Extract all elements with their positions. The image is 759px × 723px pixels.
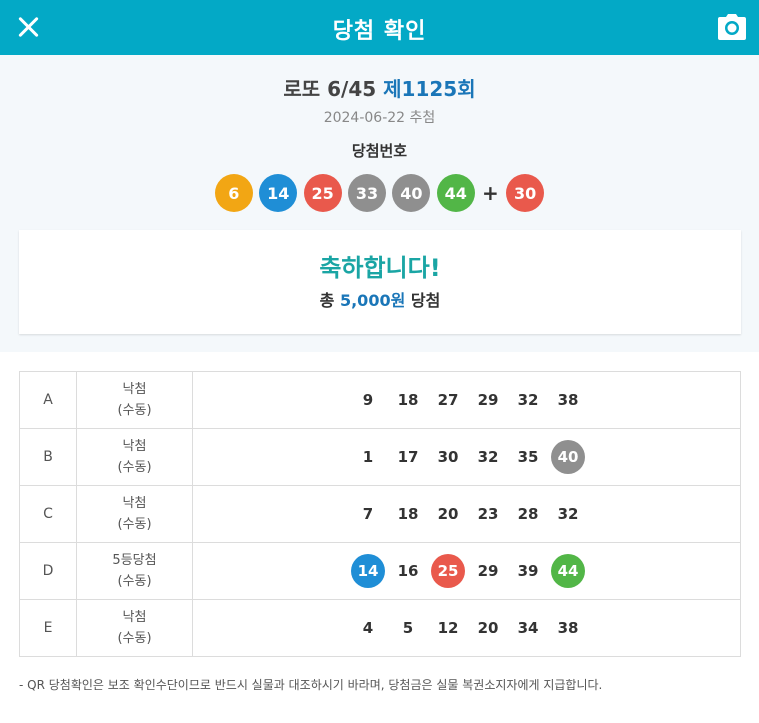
game-number: 34: [517, 619, 539, 637]
game-number: 16: [397, 562, 419, 580]
game-mode-text: (수동): [117, 460, 152, 475]
number-ball: 25: [431, 554, 465, 588]
game-number: 7: [362, 505, 374, 523]
game-result-text: 낙첨: [122, 610, 147, 625]
number-ball: 40: [392, 174, 431, 212]
game-number: 30: [437, 448, 459, 466]
game-number: 17: [397, 448, 419, 466]
game-row: B 낙첨 (수동) 1 17 30 32 35 40: [19, 428, 741, 486]
game-row: E 낙첨 (수동) 4 5 12 20 34 38: [19, 599, 741, 657]
game-result-text: 낙첨: [122, 382, 147, 397]
game-result-text: 5등당첨: [112, 553, 157, 568]
game-number: 9: [362, 391, 374, 409]
game-number: 20: [437, 505, 459, 523]
game-numbers: 9 18 27 29 32 38: [192, 371, 741, 429]
game-mode-text: (수동): [117, 631, 152, 646]
draw-round: 제1125회: [383, 77, 476, 101]
game-numbers: 7 18 20 23 28 32: [192, 485, 741, 543]
number-ball: 14: [259, 174, 298, 212]
game-result: 낙첨 (수동): [76, 371, 193, 429]
game-result: 낙첨 (수동): [76, 599, 193, 657]
congrats-message: 축하합니다!: [319, 254, 441, 282]
result-card: 축하합니다! 총 5,000원 당첨: [19, 230, 741, 334]
number-ball: 44: [436, 174, 475, 212]
number-ball: 33: [348, 174, 386, 212]
game-number: 4: [362, 619, 374, 637]
game-number: 20: [477, 619, 499, 637]
game-mode-text: (수동): [117, 574, 152, 589]
game-result-text: 낙첨: [122, 439, 147, 454]
prize-summary: 총 5,000원 당첨: [19, 287, 741, 311]
game-mode-text: (수동): [117, 403, 152, 418]
game-numbers: 1 17 30 32 35 40: [192, 428, 741, 486]
game-numbers: 4 5 12 20 34 38: [192, 599, 741, 657]
game-number: 32: [557, 505, 579, 523]
game-number: 39: [517, 562, 539, 580]
game-row: A 낙첨 (수동) 9 18 27 29 32 38: [19, 371, 741, 429]
game-number: 35: [517, 448, 539, 466]
game-result: 낙첨 (수동): [76, 485, 193, 543]
game-number: 38: [557, 391, 579, 409]
game-number: 1: [362, 448, 374, 466]
number-ball: 40: [551, 440, 585, 474]
winning-numbers-label: 당첨번호: [351, 142, 408, 160]
game-row: D 5등당첨 (수동) 14 16 25 29 39 44: [19, 542, 741, 600]
game-number: 32: [477, 448, 499, 466]
page-title: 당첨 확인: [332, 19, 427, 44]
game-result-text: 낙첨: [122, 496, 147, 511]
game-number: 18: [397, 505, 419, 523]
number-ball: 25: [303, 174, 342, 212]
games-table: A 낙첨 (수동) 9 18 27 29 32 38 B 낙첨 (수동) 1 17 30 32 35 40 C 낙첨 (…: [19, 371, 741, 657]
game-row: C 낙첨 (수동) 7 18 20 23 28 32: [19, 485, 741, 543]
prize-amount: 5,000원: [339, 291, 406, 310]
game-number: 5: [402, 619, 414, 637]
game-label: E: [19, 599, 77, 657]
lotto-name: 로또 6/45: [283, 77, 377, 101]
header-bar: 당첨 확인: [0, 0, 759, 55]
draw-summary: 로또 6/45 제1125회 2024-06-22 추첨 당첨번호 6 14 25 3…: [0, 55, 759, 352]
bonus-plus-sign: +: [482, 181, 499, 205]
game-number: 18: [397, 391, 419, 409]
game-number: 27: [437, 391, 459, 409]
game-mode-text: (수동): [117, 517, 152, 532]
number-ball: 14: [351, 554, 385, 588]
game-numbers: 14 16 25 29 39 44: [192, 542, 741, 600]
prize-suffix: 당첨: [410, 291, 441, 310]
game-result: 5등당첨 (수동): [76, 542, 193, 600]
qr-notice: - QR 당첨확인은 보조 확인수단이므로 반드시 실물과 대조하시기 바라며,…: [19, 678, 603, 692]
matched-number: 14: [348, 554, 388, 588]
game-number: 23: [477, 505, 499, 523]
prize-prefix: 총: [319, 291, 335, 310]
game-number: 29: [477, 391, 499, 409]
bonus-number-ball: 30: [506, 174, 545, 212]
winning-numbers: 6 14 25 33 40 44 +30: [0, 174, 759, 212]
game-number: 12: [437, 619, 459, 637]
draw-date: 2024-06-22 추첨: [323, 110, 436, 126]
game-number: 32: [517, 391, 539, 409]
game-number: 28: [517, 505, 539, 523]
game-number: 29: [477, 562, 499, 580]
matched-number: 40: [548, 440, 588, 474]
camera-icon[interactable]: [717, 13, 747, 41]
matched-number: 25: [428, 554, 468, 588]
number-ball: 44: [551, 554, 585, 588]
draw-title: 로또 6/45 제1125회: [0, 73, 759, 102]
game-result: 낙첨 (수동): [76, 428, 193, 486]
game-label: D: [19, 542, 77, 600]
matched-number: 44: [548, 554, 588, 588]
game-label: C: [19, 485, 77, 543]
number-ball: 6: [214, 174, 253, 212]
game-number: 38: [557, 619, 579, 637]
game-label: A: [19, 371, 77, 429]
game-label: B: [19, 428, 77, 486]
